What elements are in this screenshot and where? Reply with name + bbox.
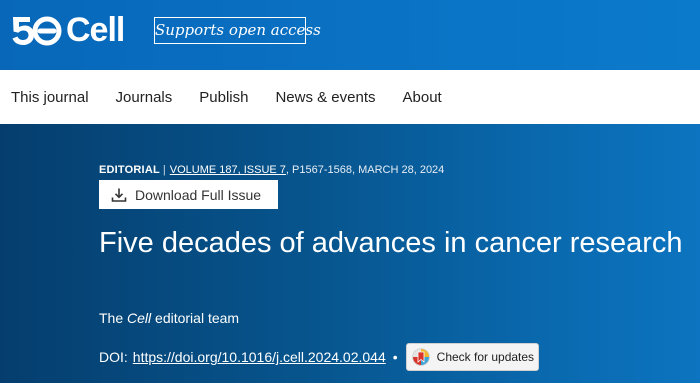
cell-logo[interactable]: Cell [10,11,125,49]
fifty-logo-icon [12,16,62,46]
authors-journal: Cell [127,310,152,326]
article-hero: EDITORIAL | VOLUME 187, ISSUE 7, P1567-156… [0,124,700,383]
doi-bullet: • [392,349,398,365]
authors-suffix: editorial team [155,310,240,326]
doi-link[interactable]: https://doi.org/10.1016/j.cell.2024.02.0… [133,349,386,365]
article-meta: EDITORIAL | VOLUME 187, ISSUE 7, P1567-156… [99,164,444,176]
crossmark-icon [411,348,430,366]
open-access-badge[interactable]: Supports open access [154,17,321,44]
meta-separator: | [162,164,166,176]
nav-item-publish[interactable]: Publish [199,89,248,106]
nav-item-journals[interactable]: Journals [116,89,173,106]
nav-item-about[interactable]: About [403,89,442,106]
nav-item-news-events[interactable]: News & events [275,89,375,106]
check-for-updates-button[interactable]: Check for updates [405,343,539,371]
main-nav: This journal Journals Publish News & eve… [0,70,700,124]
doi-label: DOI: [99,349,128,365]
download-icon [111,188,127,202]
article-type: EDITORIAL [99,164,160,176]
authors-prefix: The [99,310,124,326]
nav-item-this-journal[interactable]: This journal [11,89,89,106]
article-authors: The Cell editorial team [99,310,239,326]
logo-wordmark: Cell [66,11,125,49]
pages-date: , P1567-1568, MARCH 28, 2024 [285,164,445,176]
article-title: Five decades of advances in cancer resea… [99,227,683,259]
download-full-issue-button[interactable]: Download Full Issue [99,180,278,209]
download-label: Download Full Issue [135,186,262,203]
doi-row: DOI: https://doi.org/10.1016/j.cell.2024… [99,343,539,371]
brand-header: Cell Supports open access [0,0,700,70]
issue-link[interactable]: VOLUME 187, ISSUE 7 [170,164,286,176]
check-updates-label: Check for updates [436,350,535,364]
